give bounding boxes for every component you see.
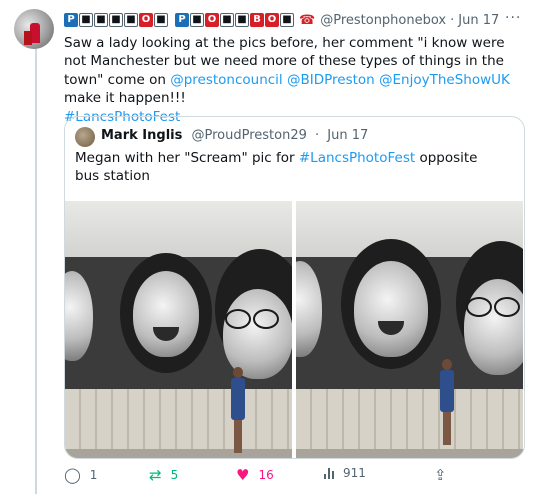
quoted-tweet[interactable]: Mark Inglis @ProudPreston29 · Jun 17 Meg… <box>64 116 525 459</box>
name-char: ■ <box>154 13 168 27</box>
quote-author-handle[interactable]: @ProudPreston29 <box>191 128 306 143</box>
ground <box>296 449 523 458</box>
display-name[interactable]: P ■ ■ ■ ■ O ■ P ■ O ■ ■ B O ■ <box>64 13 295 27</box>
mention-link[interactable]: @prestoncouncil <box>170 72 283 88</box>
poster-face <box>354 261 428 357</box>
phone-icon: ☎ <box>299 12 316 28</box>
person-legs <box>443 412 451 445</box>
reply-button[interactable]: ◯ 1 <box>64 466 97 484</box>
name-char: P <box>175 13 189 27</box>
poster-glasses <box>466 297 492 317</box>
photo-1[interactable] <box>65 201 292 458</box>
like-count: 16 <box>258 468 274 482</box>
quote-text: Megan with her "Scream" pic for #LancsPh… <box>75 149 505 186</box>
person-head <box>442 359 452 370</box>
name-char: P <box>64 13 78 27</box>
phone-booth-graphic-2 <box>24 31 32 45</box>
more-icon[interactable]: ··· <box>505 10 521 26</box>
poster-face <box>464 279 523 375</box>
quote-date[interactable]: Jun 17 <box>327 128 368 143</box>
poster-glasses <box>494 297 520 317</box>
action-bar: ◯ 1 ⇄ 5 ♥ 16 911 ⇪ <box>64 466 464 488</box>
person-legs <box>234 420 242 453</box>
name-char: ■ <box>235 13 249 27</box>
photo-2[interactable] <box>296 201 523 458</box>
reply-icon: ◯ <box>64 466 81 484</box>
name-char: ■ <box>280 13 294 27</box>
tweet[interactable]: P ■ ■ ■ ■ O ■ P ■ O ■ ■ B O ■ ☎ @Preston… <box>0 0 535 494</box>
name-char: B <box>250 13 264 27</box>
name-char: ■ <box>79 13 93 27</box>
person-head <box>233 367 243 378</box>
mention-link[interactable]: @BIDPreston <box>287 72 375 88</box>
like-button[interactable]: ♥ 16 <box>236 466 274 484</box>
mention-link[interactable]: @EnjoyTheShowUK <box>379 72 510 88</box>
person-body <box>231 378 245 420</box>
person-figure <box>231 367 245 453</box>
quote-author-name[interactable]: Mark Inglis <box>101 128 182 143</box>
quote-avatar[interactable] <box>75 127 95 147</box>
thread-line <box>35 44 37 494</box>
share-icon: ⇪ <box>434 466 447 484</box>
views-button[interactable]: 911 <box>324 466 366 480</box>
name-char: O <box>265 13 279 27</box>
views-count: 911 <box>343 466 366 480</box>
name-char: ■ <box>109 13 123 27</box>
tweet-header: P ■ ■ ■ ■ O ■ P ■ O ■ ■ B O ■ ☎ @Preston… <box>64 10 499 30</box>
retweet-button[interactable]: ⇄ 5 <box>149 466 178 484</box>
ground <box>65 449 292 458</box>
poster-face <box>133 271 199 357</box>
wall-panels <box>296 389 523 449</box>
name-char: ■ <box>190 13 204 27</box>
tweet-text: Saw a lady looking at the pics before, h… <box>64 34 524 126</box>
separator-dot: · <box>315 128 320 143</box>
heart-icon: ♥ <box>236 466 250 484</box>
views-icon <box>324 467 334 479</box>
share-button[interactable]: ⇪ <box>434 466 456 484</box>
name-char: O <box>205 13 219 27</box>
name-char: ■ <box>94 13 108 27</box>
hashtag-link[interactable]: #LancsPhotoFest <box>299 150 415 166</box>
reply-count: 1 <box>89 468 98 482</box>
name-char: ■ <box>220 13 234 27</box>
name-char: O <box>139 13 153 27</box>
poster-face <box>223 289 292 379</box>
name-char: ■ <box>124 13 138 27</box>
retweet-icon: ⇄ <box>149 466 162 484</box>
wall-panels <box>65 389 292 449</box>
avatar[interactable] <box>14 9 54 49</box>
retweet-count: 5 <box>170 468 179 482</box>
person-body <box>440 370 454 412</box>
poster-glasses <box>225 309 251 329</box>
poster-glasses <box>253 309 279 329</box>
person-figure <box>440 359 454 445</box>
tweet-text-part: make it happen!!! <box>64 90 186 107</box>
quote-text-part: Megan with her "Scream" pic for <box>75 150 299 166</box>
author-handle[interactable]: @Prestonphonebox <box>320 13 446 28</box>
tweet-date[interactable]: Jun 17 <box>458 13 499 28</box>
quote-header: Mark Inglis @ProudPreston29 · Jun 17 <box>101 128 368 143</box>
separator-dot: · <box>450 12 455 28</box>
